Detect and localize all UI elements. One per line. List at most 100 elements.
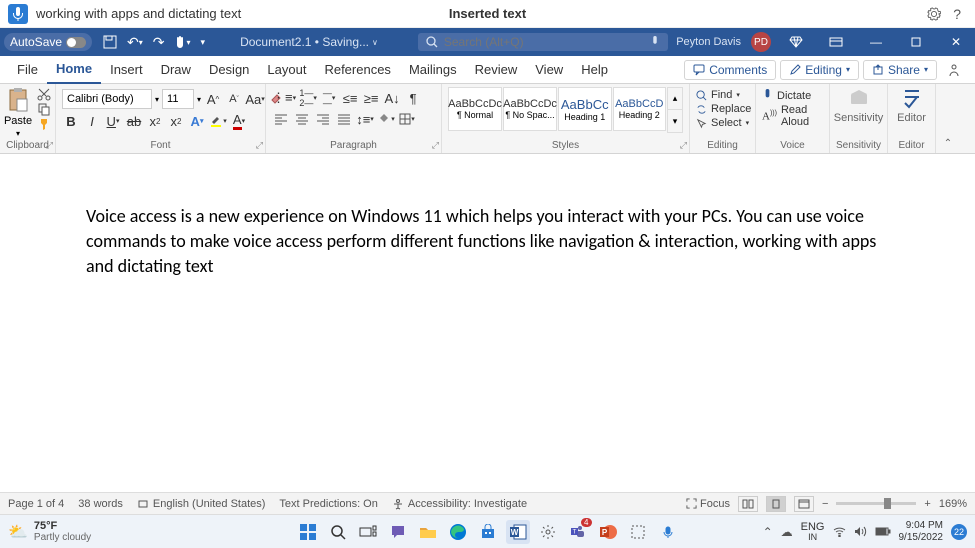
paste-button[interactable]: Paste ▾ [4,87,32,138]
font-launcher[interactable]: ⤢ [256,140,263,151]
collapse-ribbon-button[interactable]: ⌃ [936,84,960,153]
tab-file[interactable]: File [8,56,47,84]
autosave-toggle[interactable]: AutoSave [4,33,92,51]
highlight-button[interactable]: ▾ [209,112,227,130]
select-button[interactable]: Select▾ [696,117,749,129]
start-button[interactable] [296,520,320,544]
line-spacing-button[interactable]: ↕≡▾ [356,110,374,128]
web-layout-button[interactable] [794,496,814,512]
powerpoint-button[interactable]: P [596,520,620,544]
undo-button[interactable]: ↶▾ [122,34,148,51]
multilevel-button[interactable]: — —▾ [320,89,338,107]
task-view-button[interactable] [356,520,380,544]
zoom-slider[interactable] [836,502,916,505]
status-predictions[interactable]: Text Predictions: On [279,498,377,510]
font-size-select[interactable] [162,89,194,109]
change-case-button[interactable]: Aa▾ [246,90,264,108]
maximize-button[interactable] [901,28,931,56]
replace-button[interactable]: Replace [696,103,751,115]
read-mode-button[interactable] [738,496,758,512]
comments-button[interactable]: Comments [684,60,776,80]
show-marks-button[interactable]: ¶ [404,89,422,107]
italic-button[interactable]: I [83,112,101,130]
explorer-button[interactable] [416,520,440,544]
clipboard-launcher[interactable]: ⤢ [46,140,53,151]
status-page[interactable]: Page 1 of 4 [8,498,64,510]
document-name[interactable]: Document2.1 • Saving... [240,35,369,49]
tab-view[interactable]: View [526,56,572,84]
styles-launcher[interactable]: ⤢ [680,140,687,151]
search-taskbar-button[interactable] [326,520,350,544]
notification-badge[interactable]: 22 [951,524,967,540]
focus-button[interactable]: Focus [686,498,730,510]
read-aloud-button[interactable]: A)))Read Aloud [762,104,823,128]
zoom-in-button[interactable]: + [924,498,930,510]
word-button[interactable]: W [506,520,530,544]
snip-button[interactable] [626,520,650,544]
onedrive-icon[interactable]: ☁ [781,525,793,539]
underline-button[interactable]: U▾ [104,112,122,130]
minimize-button[interactable]: — [861,28,891,56]
shading-button[interactable]: ▾ [377,110,395,128]
styles-more-button[interactable]: ▾ [668,110,682,132]
styles-up-button[interactable]: ▴ [668,88,682,110]
align-left-button[interactable] [272,110,290,128]
bold-button[interactable]: B [62,112,80,130]
teams-button[interactable]: T4 [566,520,590,544]
edge-button[interactable] [446,520,470,544]
font-color-button[interactable]: A▾ [230,112,248,130]
borders-button[interactable]: ▾ [398,110,416,128]
style-heading1[interactable]: AaBbCcHeading 1 [558,87,612,131]
copy-button[interactable] [37,102,51,116]
status-words[interactable]: 38 words [78,498,123,510]
tab-references[interactable]: References [315,56,399,84]
text-effects-button[interactable]: A▾ [188,112,206,130]
status-accessibility[interactable]: Accessibility: Investigate [392,498,527,510]
sort-button[interactable]: A↓ [383,89,401,107]
user-name[interactable]: Peyton Davis [676,36,741,48]
dictate-button[interactable]: Dictate [762,89,811,102]
weather-widget[interactable]: ⛅ 75°FPartly cloudy [8,520,91,543]
chat-button[interactable] [386,520,410,544]
font-name-select[interactable] [62,89,152,109]
decrease-font-button[interactable]: Aˇ [225,90,243,108]
format-painter-button[interactable] [37,117,51,131]
tab-design[interactable]: Design [200,56,258,84]
user-avatar[interactable]: PD [751,32,771,52]
tab-review[interactable]: Review [466,56,527,84]
align-center-button[interactable] [293,110,311,128]
style-normal[interactable]: AaBbCcDc¶ Normal [448,87,502,131]
document-canvas[interactable]: Voice access is a new experience on Wind… [0,154,975,492]
settings-button[interactable] [536,520,560,544]
decrease-indent-button[interactable]: ≤≡ [341,89,359,107]
volume-icon[interactable] [854,526,867,537]
voice-access-taskbar[interactable] [656,520,680,544]
tab-help[interactable]: Help [572,56,617,84]
voice-settings-button[interactable] [921,7,947,21]
battery-icon[interactable] [875,527,891,536]
voice-help-button[interactable]: ? [947,6,967,22]
ink-replay-button[interactable] [941,63,967,77]
subscript-button[interactable]: x2 [146,112,164,130]
tab-draw[interactable]: Draw [152,56,200,84]
style-heading2[interactable]: AaBbCcDHeading 2 [613,87,667,131]
tab-insert[interactable]: Insert [101,56,152,84]
redo-button[interactable]: ↷ [148,34,170,51]
share-button[interactable]: Share▾ [863,60,937,80]
align-right-button[interactable] [314,110,332,128]
coming-soon-button[interactable] [781,28,811,56]
ribbon-display-button[interactable] [821,28,851,56]
numbering-button[interactable]: 1—2—▾ [299,89,317,107]
increase-font-button[interactable]: A^ [204,90,222,108]
microphone-button[interactable] [8,4,28,24]
find-button[interactable]: Find▾ [696,89,740,101]
sensitivity-button[interactable]: Sensitivity [834,87,884,124]
tab-home[interactable]: Home [47,56,101,84]
close-button[interactable]: ✕ [941,28,971,56]
style-no-spacing[interactable]: AaBbCcDc¶ No Spac... [503,87,557,131]
cut-button[interactable] [37,87,51,101]
print-layout-button[interactable] [766,496,786,512]
justify-button[interactable] [335,110,353,128]
strikethrough-button[interactable]: ab [125,112,143,130]
qat-customize[interactable]: ▾ [196,37,211,48]
